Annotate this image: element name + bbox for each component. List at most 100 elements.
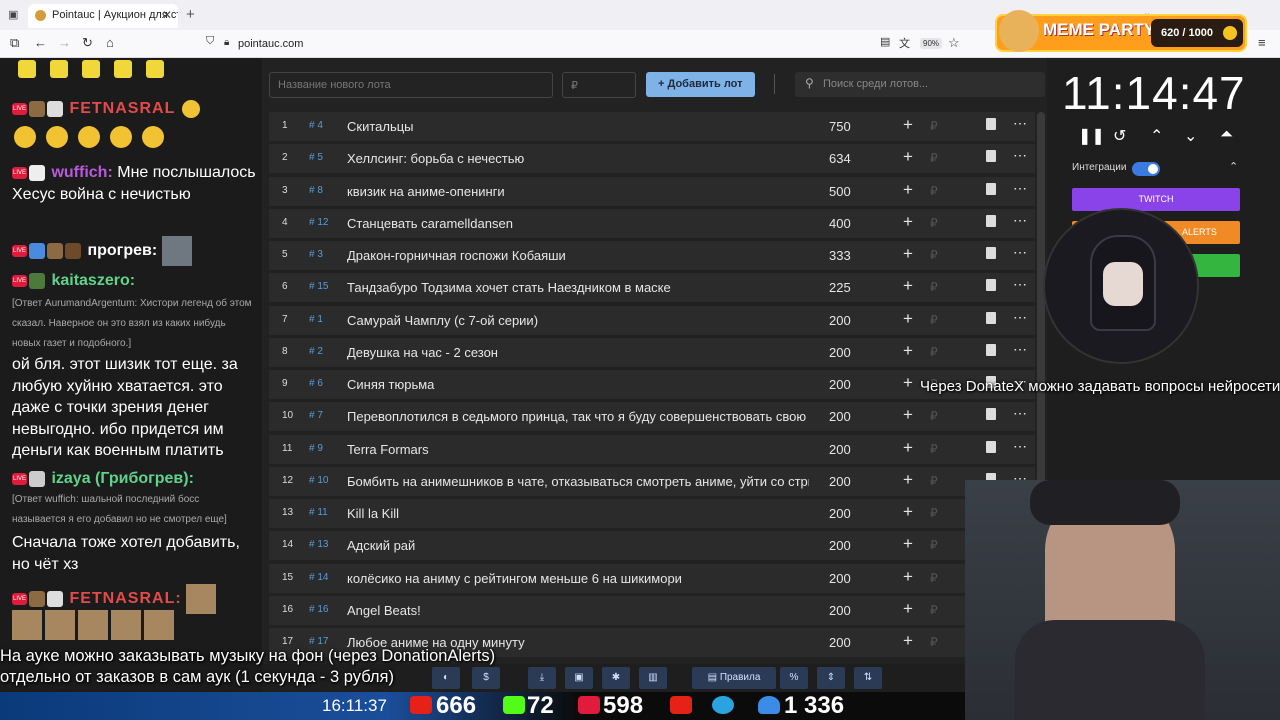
currency-input[interactable]: ₽ [930,442,938,456]
plus-icon[interactable]: + [903,309,913,329]
more-icon[interactable]: ⋯ [1013,438,1028,455]
more-icon[interactable]: ⋯ [1013,276,1028,293]
reader-icon[interactable]: ▤ [880,35,890,48]
more-icon[interactable]: ⋯ [1013,309,1028,326]
currency-input[interactable]: ₽ [930,280,938,294]
star-icon[interactable]: ☆ [948,35,960,51]
lot-name[interactable]: Kill la Kill [347,506,809,521]
lot-name[interactable]: Перевоплотился в седьмого принца, так чт… [347,409,809,424]
sort-icon[interactable]: ⇅ [854,667,882,689]
chevron-down-icon[interactable]: ⌄ [1184,126,1197,146]
lot-name[interactable]: Самурай Чамплу (с 7-ой серии) [347,313,809,328]
lot-name[interactable]: Бомбить на анимешников в чате, отказыват… [347,474,809,489]
close-tab-icon[interactable]: ✕ [162,8,172,22]
more-icon[interactable]: ⋯ [1013,341,1028,358]
plus-icon[interactable]: + [903,470,913,490]
currency-input[interactable]: ₽ [930,474,938,488]
more-icon[interactable]: ⋯ [1013,212,1028,229]
lot-row[interactable]: 16# 16Angel Beats!200+₽⋯ [269,595,1035,625]
chevron-up-icon[interactable]: ⌃ [1150,126,1163,146]
lot-name[interactable]: Скитальцы [347,119,809,134]
home-icon[interactable]: ⌂ [106,35,114,50]
currency-input[interactable]: ₽ [930,409,938,423]
lot-row[interactable]: 7 # 1 Самурай Чамплу (с 7-ой серии) 200 + ₽ ⋯ [269,305,1035,335]
plus-icon[interactable]: + [903,405,913,425]
back-icon[interactable]: ← [34,35,47,50]
currency-input[interactable]: ₽ [930,506,938,520]
currency-input[interactable]: ₽ [930,119,938,133]
lot-name[interactable]: колёсико на аниму с рейтингом меньше 6 н… [347,571,809,586]
currency-input[interactable]: ₽ [930,216,938,230]
lot-amount[interactable]: 200 [829,506,851,521]
lot-amount[interactable]: 500 [829,184,851,199]
trash-icon[interactable] [986,150,996,163]
lot-amount[interactable]: 200 [829,377,851,392]
plus-icon[interactable]: + [903,341,913,361]
lot-row[interactable]: 5 # 3 Дракон-горничная госпожи Кобаяши 333 +… [269,241,1035,270]
double-up-icon[interactable]: ⏶ [1220,126,1233,144]
clear-icon[interactable]: ▥ [639,667,667,689]
translate-icon[interactable]: 文 [899,35,910,51]
lot-name[interactable]: Дракон-горничная госпожи Кобаяши [347,248,809,263]
lot-row[interactable]: 6 # 15 Тандзабуро Тодзима хочет стать Наез… [269,273,1035,303]
search-input[interactable]: ⚲ Поиск среди лотов... [795,72,1045,97]
lot-row[interactable]: 3 # 8 квизик на аниме-опенинги 500 + ₽ ⋯ [269,176,1035,206]
lot-amount[interactable]: 225 [829,280,851,295]
plus-icon[interactable]: + [903,599,913,619]
lot-name[interactable]: Адский рай [347,538,809,553]
lot-row[interactable]: 10 # 7 Перевоплотился в седьмого принца, т… [269,402,1035,432]
plus-icon[interactable]: + [903,534,913,554]
lot-row[interactable]: 14# 13Адский рай200+₽⋯ [269,531,1035,561]
plus-icon[interactable]: + [903,276,913,296]
lot-amount[interactable]: 200 [829,635,851,650]
lot-amount[interactable]: 200 [829,442,851,457]
tab-list-icon[interactable]: ▣ [8,8,18,21]
currency-input[interactable]: ₽ [930,571,938,585]
lot-row[interactable]: 12 # 10 Бомбить на анимешников в чате, отк… [269,466,1035,496]
more-icon[interactable]: ⋯ [1013,405,1028,422]
trash-icon[interactable] [986,343,996,356]
forward-icon[interactable]: → [58,35,71,50]
lot-amount[interactable]: 200 [829,571,851,586]
menu-icon[interactable]: ≡ [1258,35,1266,50]
plus-icon[interactable]: + [903,115,913,135]
pause-icon[interactable]: ❚❚ [1078,126,1105,146]
rules-button[interactable]: ▤ Правила [692,667,776,689]
new-lot-input[interactable]: Название нового лота [269,72,553,98]
plus-icon[interactable]: + [903,180,913,200]
lot-amount[interactable]: 400 [829,216,851,231]
lot-row[interactable]: 11 # 9 Terra Formars 200 + ₽ ⋯ [269,434,1035,464]
chevron-up-icon[interactable]: ⌃ [1229,160,1238,173]
trash-icon[interactable] [986,247,996,259]
lot-row[interactable]: 4 # 12 Станцевать caramelldansen 400 + ₽ ⋯ [269,208,1035,238]
lot-name[interactable]: Angel Beats! [347,603,809,618]
lot-amount[interactable]: 200 [829,345,851,360]
zoom-level[interactable]: 90% [920,38,943,49]
lot-name[interactable]: Тандзабуро Тодзима хочет стать Наезднико… [347,280,809,295]
plus-icon[interactable]: + [903,567,913,587]
more-icon[interactable]: ⋯ [1013,115,1028,132]
lot-row[interactable]: 1 # 4 Скитальцы 750 + ₽ ⋯ [269,112,1035,141]
trash-icon[interactable] [986,182,996,195]
lock-icon[interactable]: 🔒︎ [224,37,229,48]
split-icon[interactable]: ⇕ [817,667,845,689]
lot-amount[interactable]: 333 [829,248,851,263]
lot-name[interactable]: Хеллсинг: борьба с нечестью [347,151,809,166]
trash-icon[interactable] [986,214,996,227]
browser-tab[interactable]: Pointauc | Аукцион для стримеров ✕ [28,4,178,28]
lot-name[interactable]: квизик на аниме-опенинги [347,184,809,199]
plus-icon[interactable]: + [903,147,913,167]
url-bar[interactable]: pointauc.com [238,38,303,50]
lot-amount[interactable]: 200 [829,409,851,424]
currency-input[interactable]: ₽ [930,538,938,552]
lot-amount[interactable]: 750 [829,119,851,134]
currency-input[interactable]: ₽ [930,248,938,262]
add-lot-button[interactable]: + Добавить лот [646,72,755,97]
lot-amount[interactable]: 200 [829,474,851,489]
currency-input[interactable]: ₽ [930,345,938,359]
lot-row[interactable]: 15 # 14 колёсико на аниму с рейтингом мень… [269,563,1035,593]
more-icon[interactable]: ⋯ [1013,147,1028,164]
lot-name[interactable]: Синяя тюрьма [347,377,809,392]
trash-icon[interactable] [986,118,996,130]
lot-name[interactable]: Terra Formars [347,442,809,457]
